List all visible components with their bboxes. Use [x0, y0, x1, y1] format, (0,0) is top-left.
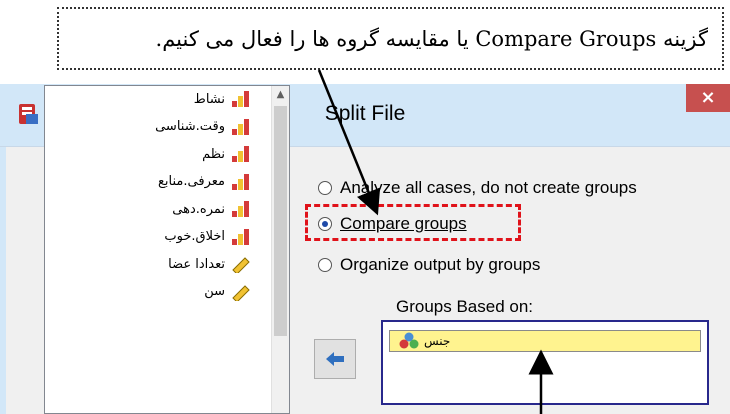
annotation-arrows: [317, 69, 554, 414]
callout-arrow: [317, 69, 381, 216]
